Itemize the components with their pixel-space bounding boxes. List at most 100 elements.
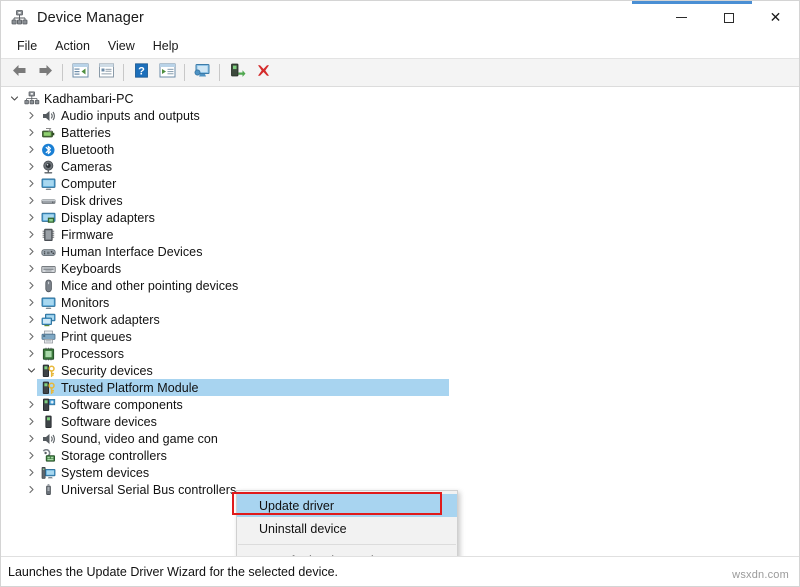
tree-node-label: Sound, video and game con bbox=[61, 432, 218, 446]
disk-drive-icon bbox=[40, 193, 57, 209]
context-menu-item-update-driver[interactable]: Update driver bbox=[237, 494, 457, 517]
battery-icon bbox=[40, 125, 57, 141]
chevron-right-icon[interactable] bbox=[23, 328, 40, 345]
tree-node-label: Computer bbox=[61, 177, 116, 191]
tree-node-label: System devices bbox=[61, 466, 149, 480]
help-button[interactable]: ? bbox=[128, 61, 154, 84]
menu-help[interactable]: Help bbox=[144, 36, 188, 56]
chevron-right-icon[interactable] bbox=[23, 158, 40, 175]
chevron-right-icon[interactable] bbox=[23, 260, 40, 277]
enable-device-icon bbox=[229, 63, 246, 83]
tree-row-keyboards[interactable]: Keyboards bbox=[1, 260, 799, 277]
chevron-right-icon[interactable] bbox=[23, 175, 40, 192]
chevron-right-icon[interactable] bbox=[23, 413, 40, 430]
scan-hardware-changes-button[interactable] bbox=[189, 61, 215, 84]
chevron-right-icon[interactable] bbox=[23, 192, 40, 209]
tree-row-software-components[interactable]: Software components bbox=[1, 396, 799, 413]
tree-row-sound-video-and-game-controllers[interactable]: Sound, video and game con bbox=[1, 430, 799, 447]
speaker-icon bbox=[40, 108, 57, 124]
tree-node-label: Disk drives bbox=[61, 194, 123, 208]
menu-action[interactable]: Action bbox=[46, 36, 99, 56]
chevron-right-icon[interactable] bbox=[23, 243, 40, 260]
tree-node-label: Batteries bbox=[61, 126, 111, 140]
svg-text:?: ? bbox=[138, 65, 145, 77]
minimize-button[interactable] bbox=[658, 1, 705, 34]
tree-row-disk-drives[interactable]: Disk drives bbox=[1, 192, 799, 209]
menu-file[interactable]: File bbox=[8, 36, 46, 56]
back-button[interactable] bbox=[6, 61, 32, 84]
status-bar-text: Launches the Update Driver Wizard for th… bbox=[8, 565, 338, 579]
chevron-right-icon[interactable] bbox=[23, 141, 40, 158]
speaker-icon bbox=[40, 431, 57, 447]
tree-row[interactable]: Kadhambari-PC bbox=[1, 90, 799, 107]
tree-row-processors[interactable]: Processors bbox=[1, 345, 799, 362]
chevron-right-icon[interactable] bbox=[23, 124, 40, 141]
chevron-right-icon[interactable] bbox=[23, 226, 40, 243]
chevron-right-icon[interactable] bbox=[23, 396, 40, 413]
forward-arrow-icon bbox=[37, 63, 54, 83]
context-menu-item-scan-for-hardware-changes[interactable]: Scan for hardware changes bbox=[237, 549, 457, 557]
menu-view[interactable]: View bbox=[99, 36, 144, 56]
tree-row-cameras[interactable]: Cameras bbox=[1, 158, 799, 175]
tree-node-label: Cameras bbox=[61, 160, 112, 174]
chevron-right-icon[interactable] bbox=[23, 464, 40, 481]
chevron-right-icon[interactable] bbox=[23, 209, 40, 226]
printer-icon bbox=[40, 329, 57, 345]
enable-device-button[interactable] bbox=[224, 61, 250, 84]
keyboard-icon bbox=[40, 261, 57, 277]
tree-row-bluetooth[interactable]: Bluetooth bbox=[1, 141, 799, 158]
context-menu-item-uninstall-device[interactable]: Uninstall device bbox=[237, 517, 457, 540]
chevron-down-icon[interactable] bbox=[23, 362, 40, 379]
tree-row-security-devices[interactable]: Security devices bbox=[1, 362, 799, 379]
monitor-icon bbox=[40, 295, 57, 311]
tree-row-human-interface-devices[interactable]: Human Interface Devices bbox=[1, 243, 799, 260]
storage-controller-icon bbox=[40, 448, 57, 464]
chevron-right-icon[interactable] bbox=[23, 107, 40, 124]
tree-node-label: Kadhambari-PC bbox=[44, 92, 134, 106]
computer-root-icon bbox=[23, 91, 40, 107]
tree-row-batteries[interactable]: Batteries bbox=[1, 124, 799, 141]
tree-row-monitors[interactable]: Monitors bbox=[1, 294, 799, 311]
close-button[interactable]: ✕ bbox=[752, 1, 799, 34]
close-icon: ✕ bbox=[770, 11, 782, 25]
chevron-right-icon[interactable] bbox=[23, 311, 40, 328]
tree-row-print-queues[interactable]: Print queues bbox=[1, 328, 799, 345]
tree-row-audio-inputs-and-outputs[interactable]: Audio inputs and outputs bbox=[1, 107, 799, 124]
tree-node-label: Print queues bbox=[61, 330, 132, 344]
chevron-down-icon[interactable] bbox=[6, 90, 23, 107]
watermark: wsxdn.com bbox=[732, 569, 789, 581]
tree-row-system-devices[interactable]: System devices bbox=[1, 464, 799, 481]
tree-node-label: Mice and other pointing devices bbox=[61, 279, 238, 293]
toolbar-separator bbox=[62, 64, 63, 81]
tree-row-storage-controllers[interactable]: Storage controllers bbox=[1, 447, 799, 464]
show-hide-console-tree-button[interactable] bbox=[67, 61, 93, 84]
uninstall-device-button[interactable] bbox=[250, 61, 276, 84]
tree-node-label: Firmware bbox=[61, 228, 113, 242]
update-driver-icon bbox=[159, 63, 176, 83]
forward-button[interactable] bbox=[32, 61, 58, 84]
tree-node-label: Software devices bbox=[61, 415, 157, 429]
chevron-right-icon[interactable] bbox=[23, 277, 40, 294]
tree-node-label: Processors bbox=[61, 347, 124, 361]
device-tree-panel[interactable]: Kadhambari-PC Audio inputs and outputs bbox=[1, 87, 799, 557]
tree-row-software-devices[interactable]: Software devices bbox=[1, 413, 799, 430]
device-manager-icon bbox=[11, 9, 28, 26]
camera-icon bbox=[40, 159, 57, 175]
chevron-right-icon[interactable] bbox=[23, 430, 40, 447]
properties-button[interactable] bbox=[93, 61, 119, 84]
tree-row-trusted-platform-module[interactable]: Trusted Platform Module bbox=[1, 379, 799, 396]
update-driver-button[interactable] bbox=[154, 61, 180, 84]
tree-row-computer[interactable]: Computer bbox=[1, 175, 799, 192]
network-adapter-icon bbox=[40, 312, 57, 328]
tree-row-mice-and-other-pointing-devices[interactable]: Mice and other pointing devices bbox=[1, 277, 799, 294]
tree-row-network-adapters[interactable]: Network adapters bbox=[1, 311, 799, 328]
tree-row-display-adapters[interactable]: Display adapters bbox=[1, 209, 799, 226]
maximize-button[interactable] bbox=[705, 1, 752, 34]
chevron-right-icon[interactable] bbox=[23, 345, 40, 362]
chevron-right-icon[interactable] bbox=[23, 294, 40, 311]
title-bar: Device Manager ✕ bbox=[1, 1, 799, 34]
chevron-right-icon[interactable] bbox=[23, 481, 40, 498]
monitor-icon bbox=[40, 176, 57, 192]
tree-row-firmware[interactable]: Firmware bbox=[1, 226, 799, 243]
chevron-right-icon[interactable] bbox=[23, 447, 40, 464]
